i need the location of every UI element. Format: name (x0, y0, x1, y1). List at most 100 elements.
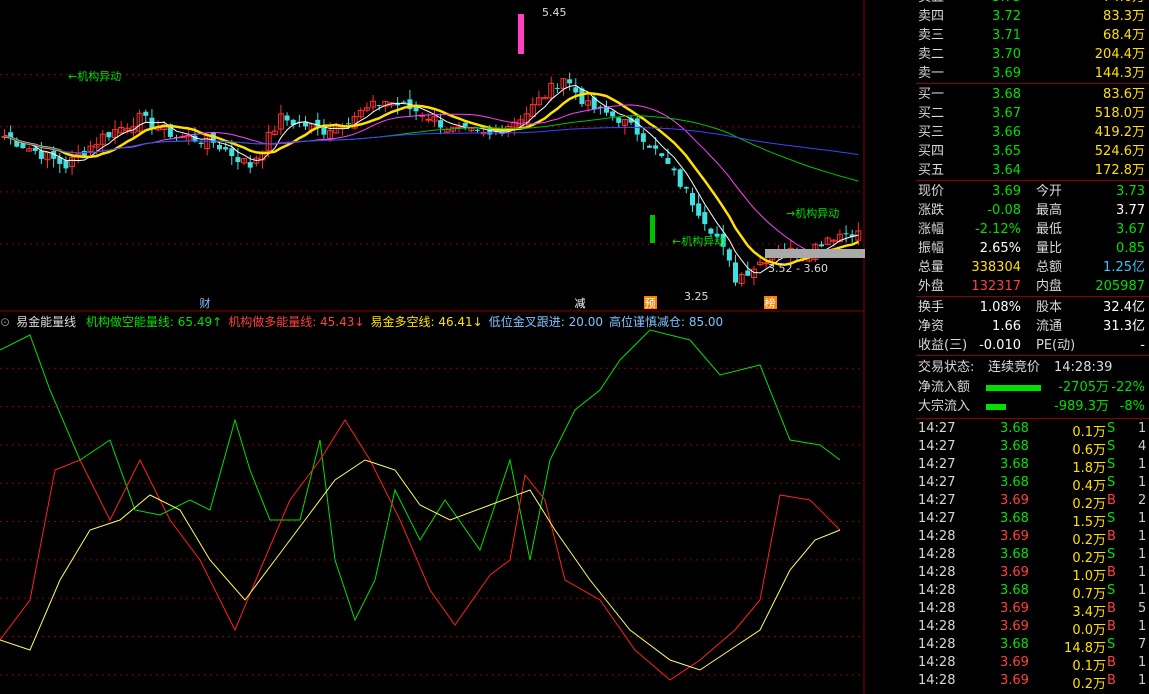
kline-chart-area[interactable]: 5.0780.9%4.6361.8%4.354.0838.2%3.6419.1%… (0, 0, 865, 694)
candle-body (671, 168, 677, 171)
ask-volume: 68.4万 (1103, 28, 1145, 43)
tick-price: 3.69 (1000, 529, 1029, 544)
tick-row[interactable]: 14:28 3.68 0.7万 S 1 (916, 583, 1149, 602)
fundamental-label: 流通 (1036, 319, 1063, 334)
indicator-legend-item: 高位谨慎减仓: 85.00 (608, 315, 724, 329)
bid-row[interactable]: 买四 3.65 524.6万 (916, 142, 1149, 161)
bid-volume: 172.8万 (1094, 163, 1145, 178)
indicator-header: ⊙ 易金能量线 机构做空能量线: 65.49↑ 机构做多能量线: 45.43↓ 易金多… (0, 313, 865, 329)
tick-time: 14:28 (918, 529, 956, 544)
tick-volume: 0.2万 (1072, 533, 1106, 548)
tick-time: 14:28 (918, 673, 956, 688)
tick-row[interactable]: 14:28 3.68 14.8万 S 7 (916, 637, 1149, 656)
highlight-bar (518, 14, 524, 54)
tick-row[interactable]: 14:27 3.68 1.5万 S 1 (916, 511, 1149, 530)
ask-row[interactable]: 卖一 3.69 144.3万 (916, 64, 1149, 83)
bid-row[interactable]: 买五 3.64 172.8万 (916, 161, 1149, 180)
flow-pct: -22% (1111, 380, 1145, 395)
tick-row[interactable]: 14:27 3.68 0.4万 S 1 (916, 475, 1149, 494)
candle-body (702, 212, 708, 225)
ask-volume: 144.3万 (1094, 66, 1145, 81)
tick-volume: 3.4万 (1072, 605, 1106, 620)
tick-volume: 0.2万 (1072, 551, 1106, 566)
candle-body (247, 162, 253, 168)
candlesticks (1, 72, 862, 287)
quote-row[interactable]: 涨跌 -0.08 最高 3.77 (916, 201, 1149, 220)
quote-row[interactable]: 现价 3.69 今开 3.73 (916, 182, 1149, 201)
bid-row[interactable]: 买三 3.66 419.2万 (916, 123, 1149, 142)
candle-body (229, 148, 235, 157)
tick-time: 14:27 (918, 421, 956, 436)
flow-label: 净流入额 (918, 380, 971, 395)
tick-side: S (1107, 475, 1116, 490)
candle-body (610, 111, 616, 117)
tick-time: 14:27 (918, 475, 956, 490)
tick-side: S (1107, 637, 1116, 652)
fundamental-label: 换手 (918, 300, 945, 315)
flow-pct: -8% (1119, 399, 1145, 414)
flow-bar (986, 404, 1006, 410)
flow-row[interactable]: 大宗流入 -989.3万 -8% (916, 397, 1149, 416)
bid-label: 买四 (918, 144, 945, 159)
tick-row[interactable]: 14:27 3.68 0.6万 S 4 (916, 439, 1149, 458)
ask-row[interactable]: 卖四 3.72 83.3万 (916, 7, 1149, 26)
ask-row[interactable]: 卖三 3.71 68.4万 (916, 26, 1149, 45)
indicator-toggle-icon[interactable]: ⊙ (0, 315, 10, 329)
quote-row[interactable]: 涨幅 -2.12% 最低 3.67 (916, 220, 1149, 239)
quote-row[interactable]: 总量 338304 总额 1.25亿 (916, 258, 1149, 277)
tick-price: 3.68 (1000, 421, 1029, 436)
candle-body (223, 147, 229, 150)
signal-label: ←机构异动 (672, 234, 725, 248)
quote-value: 205987 (1095, 279, 1145, 294)
tick-volume: 0.6万 (1072, 443, 1106, 458)
tick-row[interactable]: 14:28 3.69 3.4万 B 5 (916, 601, 1149, 620)
ask-price: 3.70 (992, 47, 1021, 62)
bid-row[interactable]: 买二 3.67 518.0万 (916, 104, 1149, 123)
quote-label: 内盘 (1036, 279, 1063, 294)
tick-row[interactable]: 14:27 3.68 1.8万 S 1 (916, 457, 1149, 476)
quote-row[interactable]: 振幅 2.65% 量比 0.85 (916, 239, 1149, 258)
tick-time: 14:27 (918, 439, 956, 454)
candle-body (843, 233, 849, 235)
candle-body (376, 105, 382, 107)
indicator-legend-item: 易金多空线: 46.41↓ (370, 315, 483, 329)
bid-price: 3.68 (992, 87, 1021, 102)
quote-row[interactable]: 外盘 132317 内盘 205987 (916, 277, 1149, 296)
quote-value: 3.77 (1116, 203, 1145, 218)
tick-price: 3.68 (1000, 637, 1029, 652)
tick-row[interactable]: 14:28 3.69 1.0万 B 1 (916, 565, 1149, 584)
tick-row[interactable]: 14:27 3.68 0.1万 S 1 (916, 421, 1149, 440)
candle-body (819, 244, 824, 247)
candle-body (677, 169, 683, 187)
indicator-name[interactable]: 易金能量线 (16, 315, 76, 329)
candle-body (401, 101, 407, 103)
event-marker: 财 (200, 296, 211, 310)
fundamental-row[interactable]: 收益(三) -0.010 PE(动) - (916, 336, 1149, 355)
ask-row[interactable]: 卖五3.7374.6万 (916, 0, 1149, 7)
tick-count: 1 (1138, 421, 1147, 436)
fundamental-value: - (1140, 338, 1145, 353)
tick-volume: 0.7万 (1072, 587, 1106, 602)
tick-row[interactable]: 14:28 3.69 0.0万 B 1 (916, 619, 1149, 638)
tick-side: S (1107, 583, 1116, 598)
ask-price: 3.69 (992, 66, 1021, 81)
tick-row[interactable]: 14:28 3.69 0.2万 B 1 (916, 673, 1149, 692)
tick-row[interactable]: 14:27 3.69 0.2万 B 2 (916, 493, 1149, 512)
indicator-legend-item: 机构做空能量线: 65.49↑ (85, 315, 223, 329)
tick-row[interactable]: 14:28 3.69 0.1万 B 1 (916, 655, 1149, 674)
quote-value: 3.67 (1116, 222, 1145, 237)
fundamental-row[interactable]: 换手 1.08% 股本 32.4亿 (916, 298, 1149, 317)
fundamental-row[interactable]: 净资 1.66 流通 31.3亿 (916, 317, 1149, 336)
ask-row[interactable]: 卖二 3.70 204.4万 (916, 45, 1149, 64)
flow-value: -2705万 (1058, 380, 1109, 395)
bid-row[interactable]: 买一 3.68 83.6万 (916, 85, 1149, 104)
flow-row[interactable]: 净流入额 -2705万 -22% (916, 378, 1149, 397)
tick-volume: 1.8万 (1072, 461, 1106, 476)
tick-count: 2 (1138, 493, 1147, 508)
tick-row[interactable]: 14:28 3.69 0.2万 B 1 (916, 529, 1149, 548)
tick-count: 1 (1138, 565, 1147, 580)
tick-volume: 1.0万 (1072, 569, 1106, 584)
quote-value: 3.69 (992, 184, 1021, 199)
chart-canvas[interactable]: 5.0780.9%4.6361.8%4.354.0838.2%3.6419.1%… (0, 0, 865, 694)
tick-row[interactable]: 14:28 3.68 0.2万 S 1 (916, 547, 1149, 566)
